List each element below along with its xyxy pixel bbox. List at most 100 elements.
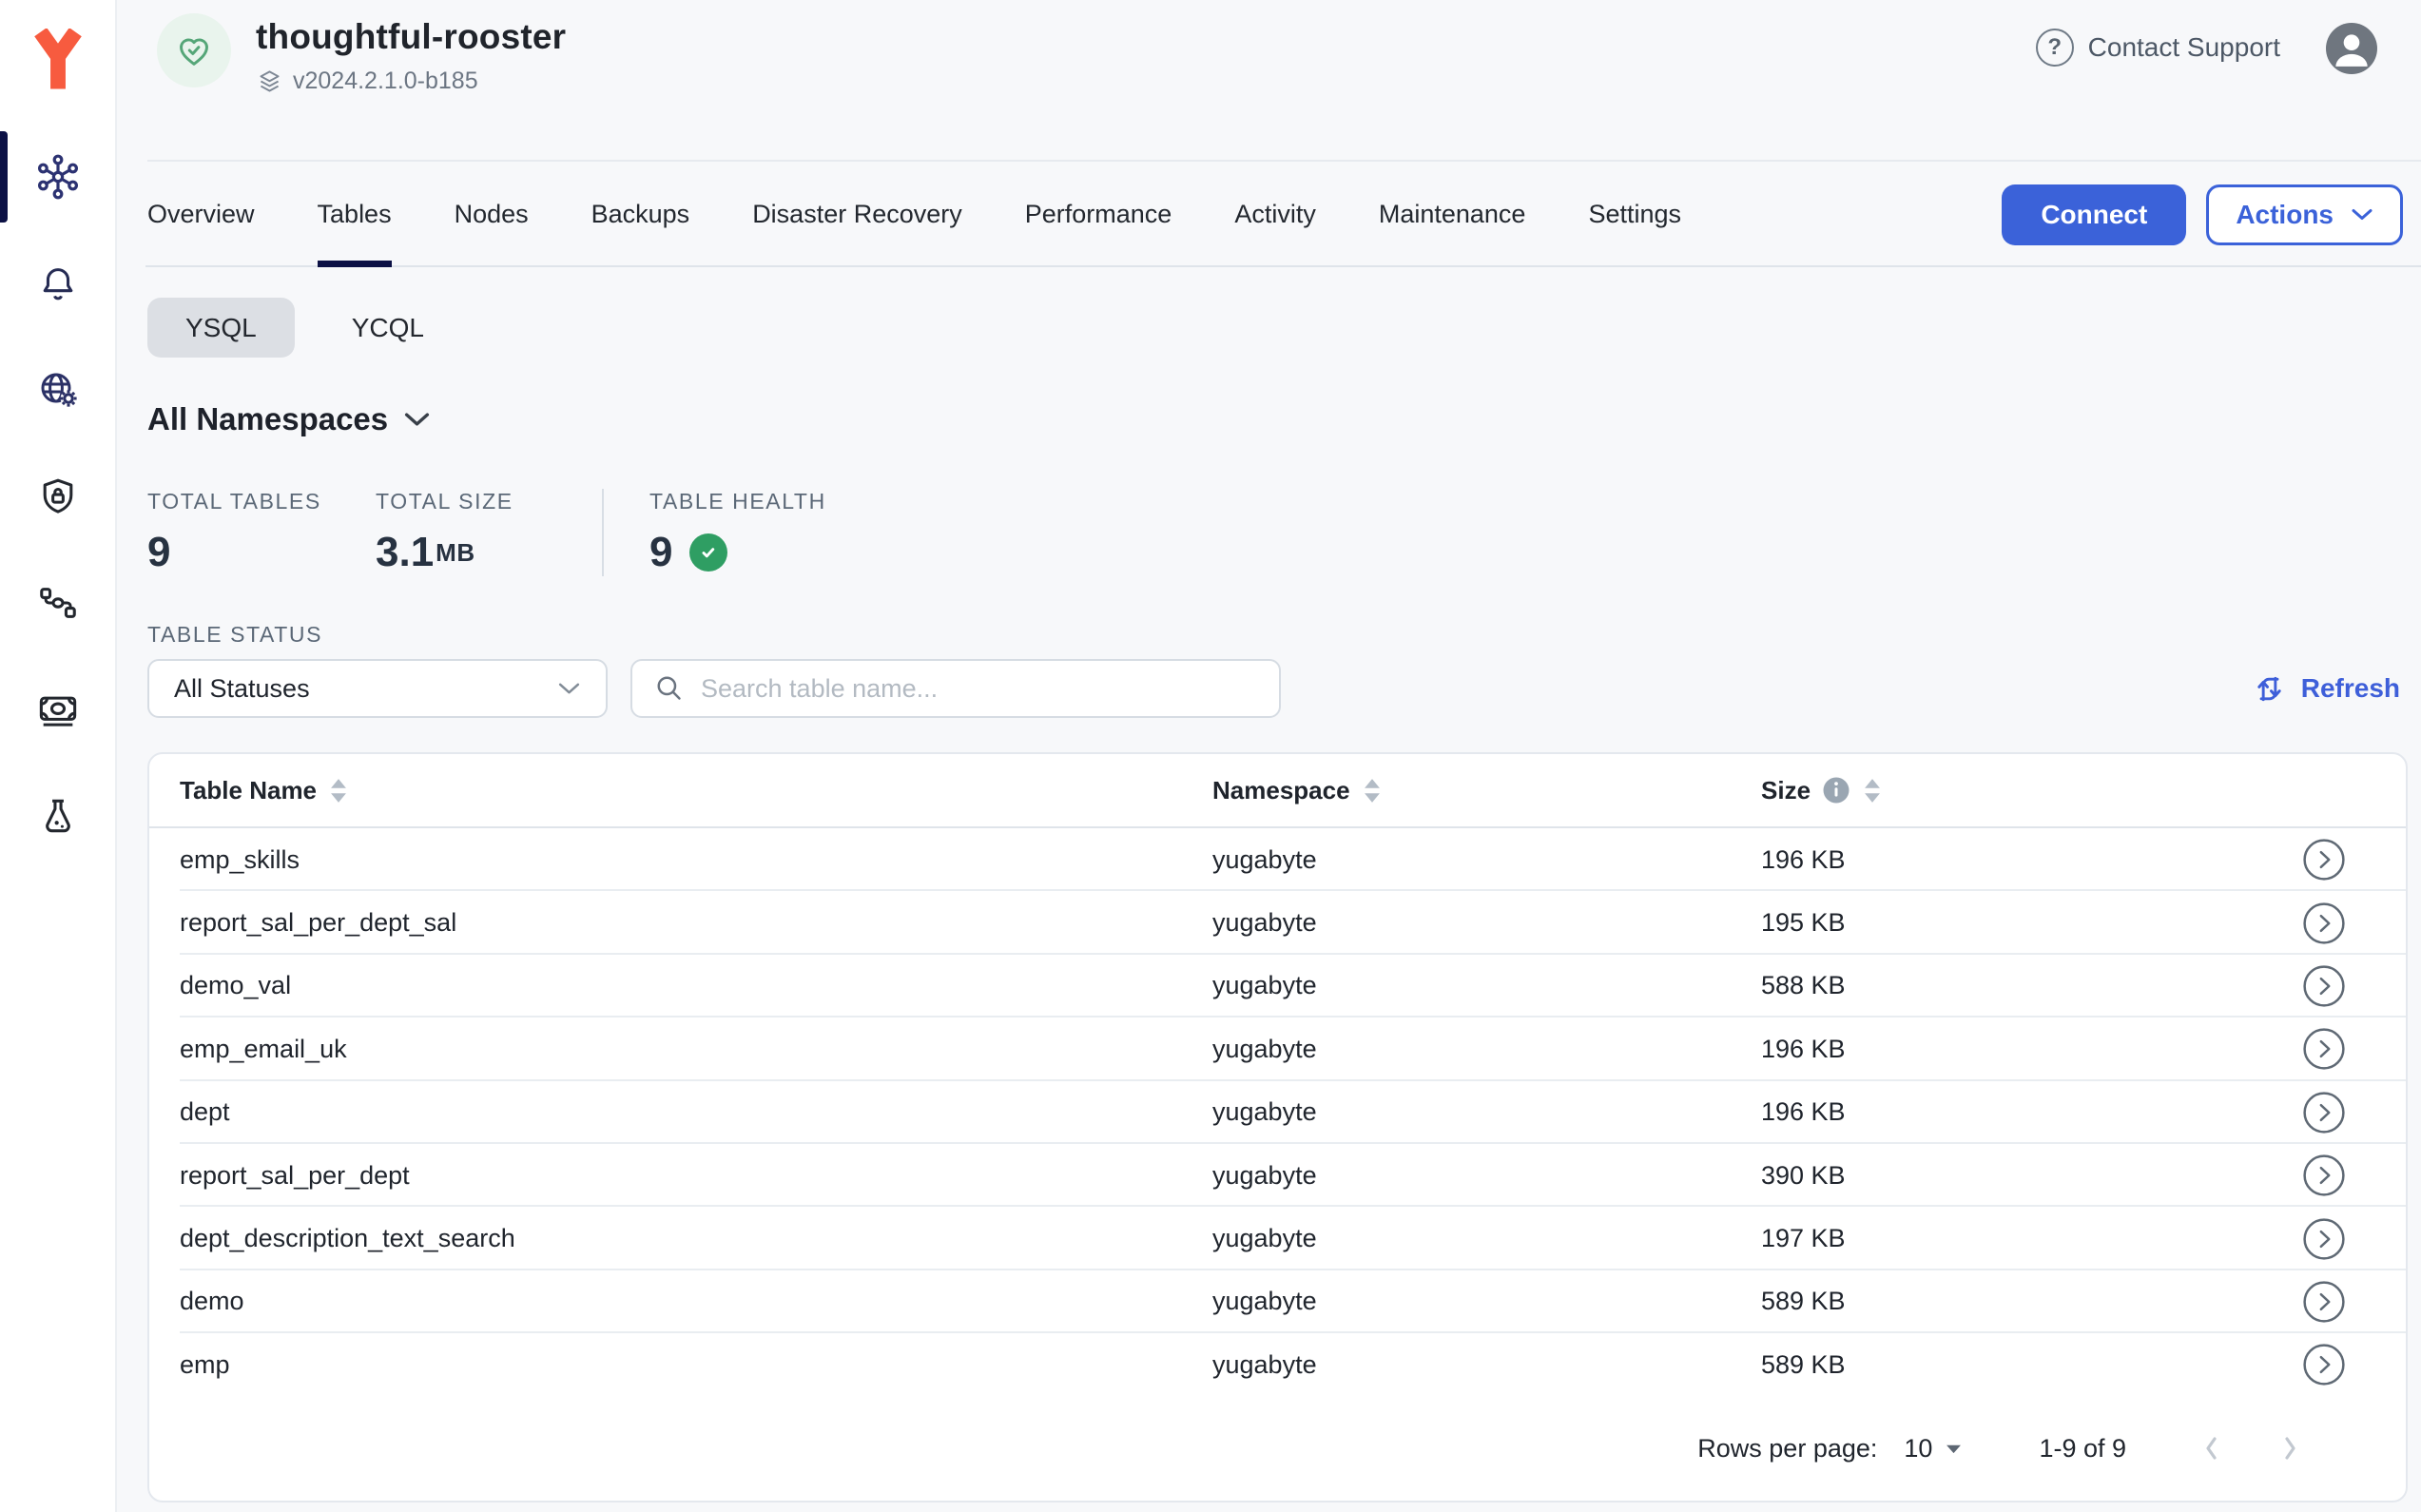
tab-maintenance[interactable]: Maintenance — [1379, 162, 1526, 267]
tab-tables[interactable]: Tables — [318, 162, 392, 267]
chevron-right-circle-icon — [2302, 901, 2346, 945]
sidebar-item-labs[interactable] — [0, 763, 115, 869]
sort-icon[interactable] — [328, 778, 349, 804]
table-row[interactable]: demo_val yugabyte 588 KB — [149, 955, 2406, 1018]
cell-namespace: yugabyte — [1212, 908, 1761, 938]
tab-actions: Connect Actions — [2002, 184, 2403, 245]
heart-check-icon — [174, 30, 214, 70]
sidebar-item-task-flows[interactable] — [0, 550, 115, 656]
cell-namespace: yugabyte — [1212, 845, 1761, 875]
sort-icon[interactable] — [1362, 778, 1383, 804]
chevron-right-circle-icon — [2302, 1280, 2346, 1324]
row-open-button[interactable] — [2302, 1343, 2346, 1386]
table-row[interactable]: report_sal_per_dept yugabyte 390 KB — [149, 1144, 2406, 1207]
stat-total-tables: TOTAL TABLES 9 — [147, 489, 376, 576]
ycql-toggle[interactable]: YCQL — [314, 298, 462, 358]
cell-size: 390 KB — [1761, 1161, 2267, 1191]
search-input[interactable] — [701, 674, 1258, 704]
next-page-button[interactable] — [2280, 1432, 2301, 1464]
sidebar-item-cloud-config[interactable] — [0, 337, 115, 443]
row-open-button[interactable] — [2302, 1280, 2346, 1324]
table-row[interactable]: emp_email_uk yugabyte 196 KB — [149, 1018, 2406, 1080]
stats-divider — [602, 489, 604, 576]
chevron-right-icon — [2280, 1432, 2301, 1464]
stat-value: 9 — [649, 529, 878, 576]
column-header-table-name: Table Name — [180, 776, 1212, 805]
row-open-button[interactable] — [2302, 1153, 2346, 1197]
api-toggle: YSQL YCQL — [147, 298, 2408, 358]
info-icon[interactable] — [1822, 776, 1850, 804]
banknote-icon — [36, 688, 80, 731]
row-open-button[interactable] — [2302, 964, 2346, 1008]
universe-header: thoughtful-rooster v2024.2.1.0-b185 ? Co… — [117, 0, 2421, 162]
cell-table-name: report_sal_per_dept — [180, 1161, 1212, 1191]
table-status-label: TABLE STATUS — [147, 622, 2408, 648]
cell-size: 196 KB — [1761, 845, 2267, 875]
rows-per-page-label: Rows per page: — [1697, 1434, 1877, 1464]
row-open-button[interactable] — [2302, 1091, 2346, 1134]
user-avatar[interactable] — [2326, 23, 2377, 74]
stat-unit: MB — [436, 538, 475, 568]
dropdown-triangle-icon — [1945, 1443, 1963, 1455]
table-row[interactable]: emp_skills yugabyte 196 KB — [149, 828, 2406, 891]
sidebar-item-alerts[interactable] — [0, 230, 115, 337]
actions-button-label: Actions — [2236, 200, 2334, 230]
sidebar-item-billing[interactable] — [0, 656, 115, 763]
refresh-icon — [2252, 671, 2287, 707]
chevron-right-circle-icon — [2302, 964, 2346, 1008]
table-row[interactable]: dept yugabyte 196 KB — [149, 1081, 2406, 1144]
chevron-down-icon — [557, 681, 581, 696]
tab-bar: Overview Tables Nodes Backups Disaster R… — [117, 162, 2421, 267]
cell-namespace: yugabyte — [1212, 1035, 1761, 1064]
previous-page-button[interactable] — [2200, 1432, 2221, 1464]
flask-icon — [36, 794, 80, 838]
actions-button[interactable]: Actions — [2206, 184, 2403, 245]
table-row[interactable]: report_sal_per_dept_sal yugabyte 195 KB — [149, 891, 2406, 954]
table-stats: TOTAL TABLES 9 TOTAL SIZE 3.1MB TABLE HE… — [147, 489, 2408, 576]
cell-size: 589 KB — [1761, 1350, 2267, 1380]
version-label: v2024.2.1.0-b185 — [293, 68, 478, 95]
stat-total-size: TOTAL SIZE 3.1MB — [376, 489, 602, 576]
row-open-button[interactable] — [2302, 1217, 2346, 1261]
chevron-right-circle-icon — [2302, 1153, 2346, 1197]
row-open-button[interactable] — [2302, 1027, 2346, 1071]
cell-namespace: yugabyte — [1212, 1224, 1761, 1253]
contact-support-link[interactable]: ? Contact Support — [2036, 29, 2280, 67]
sort-icon[interactable] — [1862, 778, 1883, 804]
chevron-right-circle-icon — [2302, 1217, 2346, 1261]
namespace-filter[interactable]: All Namespaces — [147, 401, 2408, 437]
row-open-button[interactable] — [2302, 901, 2346, 945]
stat-label: TABLE HEALTH — [649, 489, 878, 514]
yugabyte-logo-icon[interactable] — [0, 0, 115, 107]
row-open-button[interactable] — [2302, 838, 2346, 882]
stat-label: TOTAL SIZE — [376, 489, 602, 514]
tab-overview[interactable]: Overview — [147, 162, 255, 267]
sidebar-item-security[interactable] — [0, 443, 115, 550]
tab-disaster-recovery[interactable]: Disaster Recovery — [752, 162, 962, 267]
table-row[interactable]: emp yugabyte 589 KB — [149, 1333, 2406, 1396]
tab-backups[interactable]: Backups — [591, 162, 690, 267]
cell-table-name: emp_email_uk — [180, 1035, 1212, 1064]
version-row: v2024.2.1.0-b185 — [256, 68, 566, 95]
cell-size: 196 KB — [1761, 1097, 2267, 1127]
pagination: Rows per page: 10 1-9 of 9 — [149, 1397, 2406, 1501]
cell-table-name: demo — [180, 1287, 1212, 1316]
app-root: thoughtful-rooster v2024.2.1.0-b185 ? Co… — [0, 0, 2421, 1512]
tab-performance[interactable]: Performance — [1025, 162, 1172, 267]
status-select[interactable]: All Statuses — [147, 659, 608, 718]
table-row[interactable]: dept_description_text_search yugabyte 19… — [149, 1207, 2406, 1270]
tables-content: YSQL YCQL All Namespaces TOTAL TABLES 9 … — [117, 267, 2421, 1512]
refresh-button[interactable]: Refresh — [2252, 671, 2400, 707]
tab-settings[interactable]: Settings — [1588, 162, 1681, 267]
tab-nodes[interactable]: Nodes — [455, 162, 529, 267]
sidebar-item-universes[interactable] — [0, 124, 115, 230]
rows-per-page-select[interactable]: 10 — [1904, 1434, 1963, 1464]
tables-card: Table Name Namespace Size — [147, 752, 2408, 1502]
ysql-toggle[interactable]: YSQL — [147, 298, 295, 358]
flow-icon — [36, 581, 80, 625]
connect-button[interactable]: Connect — [2002, 184, 2186, 245]
tab-activity[interactable]: Activity — [1234, 162, 1316, 267]
search-box — [630, 659, 1281, 718]
table-row[interactable]: demo yugabyte 589 KB — [149, 1270, 2406, 1333]
cell-namespace: yugabyte — [1212, 1350, 1761, 1380]
